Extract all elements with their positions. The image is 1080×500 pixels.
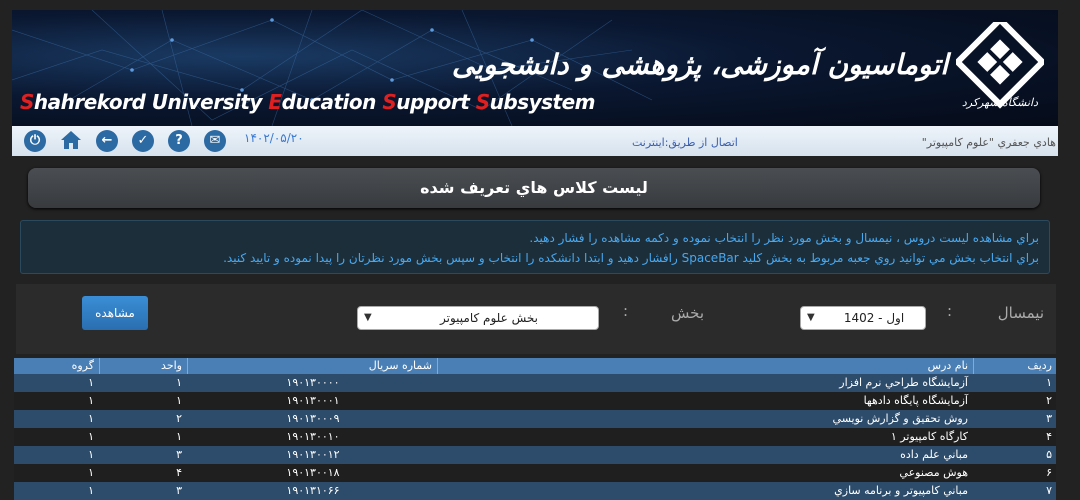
cell-name: مباني علم داده xyxy=(900,448,968,461)
banner-persian-title: اتوماسیون آموزشی، پژوهشی و دانشجویی xyxy=(451,48,948,81)
cell-name: آزمايشگاه پايگاه دادهها xyxy=(863,394,968,407)
info-line-2: براي انتخاب بخش مي توانيد روي جعبه مربوط… xyxy=(223,251,1039,265)
cell-radif: ۵ xyxy=(1046,448,1052,461)
table-row[interactable]: ۳ روش تحقيق و گزارش نويسي ۱۹۰۱۳۰۰۰۹ ۲ ۱ xyxy=(14,410,1056,428)
home-icon[interactable] xyxy=(60,129,82,151)
view-button[interactable]: مشاهده xyxy=(82,296,148,330)
banner-highlight-letter: E xyxy=(268,90,282,114)
help-icon[interactable]: ? xyxy=(168,130,190,152)
semester-label: نيمسال xyxy=(997,304,1044,322)
department-select[interactable]: بخش علوم كامپيوتر ▼ xyxy=(357,306,599,330)
cell-radif: ۱ xyxy=(1046,376,1052,389)
table-row[interactable]: ۶ هوش مصنوعي ۱۹۰۱۳۰۰۱۸ ۴ ۱ xyxy=(14,464,1056,482)
banner-english-title: Shahrekord University Education Support … xyxy=(20,90,596,114)
banner-text: ubsystem xyxy=(489,90,596,114)
info-line-1: براي مشاهده ليست دروس ، نيمسال و بخش مور… xyxy=(529,231,1039,245)
department-label: بخش xyxy=(671,304,704,322)
banner-text: upport xyxy=(396,90,476,114)
app-frame: Shahrekord University Education Support … xyxy=(12,10,1058,500)
cell-unit: ۲ xyxy=(176,412,182,425)
chevron-down-icon: ▼ xyxy=(807,312,815,323)
header-name[interactable]: نام درس xyxy=(438,358,972,374)
mail-icon[interactable]: ✉ xyxy=(204,130,226,152)
page-title: ليست كلاس هاي تعريف شده xyxy=(28,168,1040,208)
toolbar: ⏻ ← ✓ ? ✉ ۱۴۰۲/۰۵/۲۰ اتصال از طریق:اینتر… xyxy=(12,126,1058,156)
cell-group: ۱ xyxy=(88,484,94,497)
header-serial[interactable]: شماره سريال xyxy=(186,358,436,374)
header-banner: Shahrekord University Education Support … xyxy=(12,10,1058,126)
cell-serial: ۱۹۰۱۳۱۰۶۶ xyxy=(286,484,340,497)
table-row[interactable]: ۱ آزمايشگاه طراحي نرم افزار ۱۹۰۱۳۰۰۰۰ ۱ ۱ xyxy=(14,374,1056,392)
cell-name: آزمايشگاه طراحي نرم افزار xyxy=(839,376,968,389)
cell-unit: ۳ xyxy=(176,448,182,461)
semester-select[interactable]: اول - 1402 ▼ xyxy=(800,306,926,330)
cell-group: ۱ xyxy=(88,448,94,461)
banner-text: ducation xyxy=(281,90,383,114)
table-body: ۱ آزمايشگاه طراحي نرم افزار ۱۹۰۱۳۰۰۰۰ ۱ ۱ ۲ آز… xyxy=(14,374,1056,500)
cell-radif: ۶ xyxy=(1046,466,1052,479)
cell-radif: ۳ xyxy=(1046,412,1052,425)
table-row[interactable]: ۵ مباني علم داده ۱۹۰۱۳۰۰۱۲ ۳ ۱ xyxy=(14,446,1056,464)
department-colon: : xyxy=(622,302,628,320)
power-icon[interactable]: ⏻ xyxy=(24,130,46,152)
cell-name: هوش مصنوعي xyxy=(899,466,968,479)
banner-text: hahrekord University xyxy=(33,90,269,114)
check-icon[interactable]: ✓ xyxy=(132,130,154,152)
cell-name: روش تحقيق و گزارش نويسي xyxy=(832,412,968,425)
cell-radif: ۲ xyxy=(1046,394,1052,407)
table-header: رديف نام درس شماره سريال واحد گروه xyxy=(14,358,1056,374)
connection-status: اتصال از طریق:اینترنت xyxy=(632,136,738,149)
semester-select-value: اول - 1402 xyxy=(843,311,905,325)
cell-unit: ۱ xyxy=(176,394,182,407)
cell-group: ۱ xyxy=(88,466,94,479)
chevron-down-icon: ▼ xyxy=(364,312,372,323)
table-row[interactable]: ۷ مباني كامپيوتر و برنامه سازي ۱۹۰۱۳۱۰۶۶ ۳ ۱ xyxy=(14,482,1056,500)
cell-serial: ۱۹۰۱۳۰۰۱۰ xyxy=(286,430,340,443)
cell-unit: ۴ xyxy=(176,466,182,479)
class-table: رديف نام درس شماره سريال واحد گروه ۱ آزما… xyxy=(14,358,1056,500)
user-info: هادي جعفري "علوم كامپيوتر" xyxy=(921,136,1056,149)
logo-caption: دانشگاه شهرکرد xyxy=(961,96,1038,109)
cell-radif: ۴ xyxy=(1046,430,1052,443)
current-date: ۱۴۰۲/۰۵/۲۰ xyxy=(244,131,304,145)
header-group[interactable]: گروه xyxy=(14,358,98,374)
cell-name: كارگاه كامپيوتر ۱ xyxy=(890,430,968,443)
cell-serial: ۱۹۰۱۳۰۰۱۸ xyxy=(286,466,340,479)
cell-unit: ۱ xyxy=(176,430,182,443)
cell-unit: ۱ xyxy=(176,376,182,389)
semester-colon: : xyxy=(946,302,952,320)
department-select-value: بخش علوم كامپيوتر xyxy=(440,311,538,325)
back-icon[interactable]: ← xyxy=(96,130,118,152)
banner-highlight-letter: S xyxy=(20,90,34,114)
filter-panel: نيمسال : اول - 1402 ▼ بخش : بخش علوم كام… xyxy=(16,284,1056,354)
cell-group: ۱ xyxy=(88,394,94,407)
info-box: براي مشاهده ليست دروس ، نيمسال و بخش مور… xyxy=(20,220,1050,274)
cell-group: ۱ xyxy=(88,412,94,425)
header-radif[interactable]: رديف xyxy=(972,358,1056,374)
cell-serial: ۱۹۰۱۳۰۰۰۰ xyxy=(286,376,340,389)
cell-serial: ۱۹۰۱۳۰۰۰۱ xyxy=(286,394,340,407)
cell-radif: ۷ xyxy=(1046,484,1052,497)
cell-serial: ۱۹۰۱۳۰۰۱۲ xyxy=(286,448,340,461)
header-unit[interactable]: واحد xyxy=(98,358,186,374)
banner-highlight-letter: S xyxy=(382,90,397,114)
cell-name: مباني كامپيوتر و برنامه سازي xyxy=(834,484,968,497)
table-row[interactable]: ۲ آزمايشگاه پايگاه دادهها ۱۹۰۱۳۰۰۰۱ ۱ ۱ xyxy=(14,392,1056,410)
banner-highlight-letter: S xyxy=(475,90,490,114)
cell-unit: ۳ xyxy=(176,484,182,497)
cell-serial: ۱۹۰۱۳۰۰۰۹ xyxy=(286,412,340,425)
cell-group: ۱ xyxy=(88,430,94,443)
cell-group: ۱ xyxy=(88,376,94,389)
table-row[interactable]: ۴ كارگاه كامپيوتر ۱ ۱۹۰۱۳۰۰۱۰ ۱ ۱ xyxy=(14,428,1056,446)
